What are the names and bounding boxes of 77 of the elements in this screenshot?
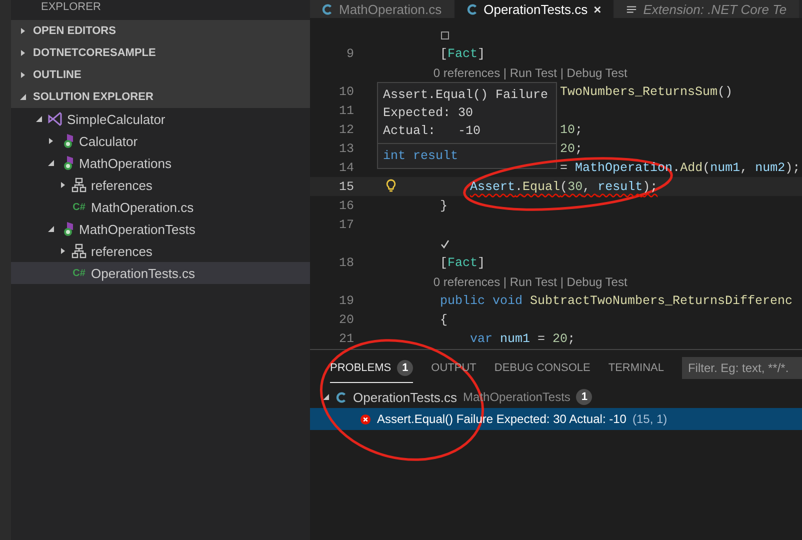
chevron-icon <box>19 27 27 35</box>
line-number: 14 <box>338 160 354 174</box>
panel-tab[interactable]: PROBLEMS 1 <box>330 354 414 382</box>
hover-message: Assert.Equal() Failure <box>383 87 550 104</box>
file-type-icon <box>466 4 478 14</box>
filter-field[interactable]: Filter. Eg: text, **/*. <box>682 357 802 379</box>
tree-item[interactable]: MathOperationTests <box>11 218 310 240</box>
chevron-icon <box>47 159 55 167</box>
line-number: 18 <box>338 256 354 270</box>
tree-item[interactable]: MathOperations <box>11 152 310 174</box>
line-number: 16 <box>338 198 354 212</box>
tree-item[interactable]: SimpleCalculator <box>11 108 310 130</box>
lightbulb-icon[interactable] <box>386 179 396 193</box>
lines-icon <box>626 4 638 14</box>
chevron-icon <box>47 225 55 233</box>
editor-tab[interactable]: Extension: .NET Core Te <box>614 0 800 18</box>
hover-message: Actual: -10 <box>383 123 482 140</box>
line-number: 15 <box>338 180 354 194</box>
file-type-icon <box>336 392 347 402</box>
section-header[interactable]: SOLUTION EXPLORER <box>11 86 310 108</box>
test-pending-icon <box>440 30 450 40</box>
code-line: var num1 = 20; <box>470 332 576 346</box>
hover-signature: int result <box>383 148 460 165</box>
chevron-icon <box>59 181 67 189</box>
editor-tab[interactable]: MathOperation.cs <box>310 0 455 18</box>
line-number: 10 <box>338 84 354 98</box>
close-icon[interactable]: × <box>594 2 602 16</box>
line-number: 21 <box>338 332 354 346</box>
chevron-icon <box>19 93 27 101</box>
code-line: { <box>440 312 448 326</box>
chevron-icon <box>19 49 27 57</box>
solution-icon <box>47 111 63 127</box>
tree-item[interactable]: references <box>11 240 310 262</box>
check-icon <box>440 238 450 248</box>
code-line: Assert.Equal(30, result); <box>470 180 658 194</box>
count-badge: 1 <box>576 389 592 405</box>
explorer-title: EXPLORER <box>40 0 102 15</box>
tree-item[interactable]: C# OperationTests.cs <box>11 262 310 284</box>
file-type-label: C# <box>72 268 86 278</box>
section-header[interactable]: OPEN EDITORS <box>11 20 310 42</box>
chevron-icon <box>47 137 55 145</box>
code-line: [Fact] <box>440 46 486 60</box>
tree-item[interactable]: references <box>11 174 310 196</box>
panel-tab[interactable]: DEBUG CONSOLE <box>494 356 590 380</box>
hierarchy-icon <box>71 177 87 193</box>
panel-tab[interactable]: TERMINAL <box>608 356 664 380</box>
code-lens[interactable]: 0 references | Run Test | Debug Test <box>380 274 628 288</box>
code-line: 20; <box>560 142 583 156</box>
code-line: } <box>440 198 448 212</box>
code-line: TwoNumbers_ReturnsSum() <box>560 84 733 98</box>
chevron-icon <box>19 71 27 79</box>
count-badge: 1 <box>397 360 414 376</box>
line-number: 19 <box>338 294 354 308</box>
line-number: 12 <box>338 122 354 136</box>
code-line: public void SubtractTwoNumbers_ReturnsDifferenc <box>440 294 793 308</box>
problem-file: OperationTests.cs <box>353 390 458 404</box>
code-line: 10; <box>560 122 583 136</box>
line-number: 17 <box>338 218 354 232</box>
chevron-icon <box>59 247 67 255</box>
editor-tab[interactable]: OperationTests.cs × <box>454 0 614 18</box>
chevron-icon <box>322 393 330 401</box>
line-number: 13 <box>338 142 354 156</box>
code-line: [Fact] <box>440 256 486 270</box>
line-number: 9 <box>346 46 354 60</box>
line-number: 11 <box>338 104 354 118</box>
file-type-icon <box>322 4 333 14</box>
section-header[interactable]: DOTNETCORESAMPLE <box>11 42 310 64</box>
line-number: 20 <box>338 312 354 326</box>
section-header[interactable]: OUTLINE <box>11 64 310 86</box>
file-type-label: C# <box>72 202 86 212</box>
code-lens[interactable]: 0 references | Run Test | Debug Test <box>380 66 628 80</box>
hierarchy-icon <box>71 243 87 259</box>
hover-message: Expected: 30 <box>383 105 474 122</box>
tree-item[interactable]: C# MathOperation.cs <box>11 196 310 218</box>
error-icon <box>360 414 371 424</box>
tree-item[interactable]: Calculator <box>11 130 310 152</box>
chevron-icon <box>35 115 43 123</box>
